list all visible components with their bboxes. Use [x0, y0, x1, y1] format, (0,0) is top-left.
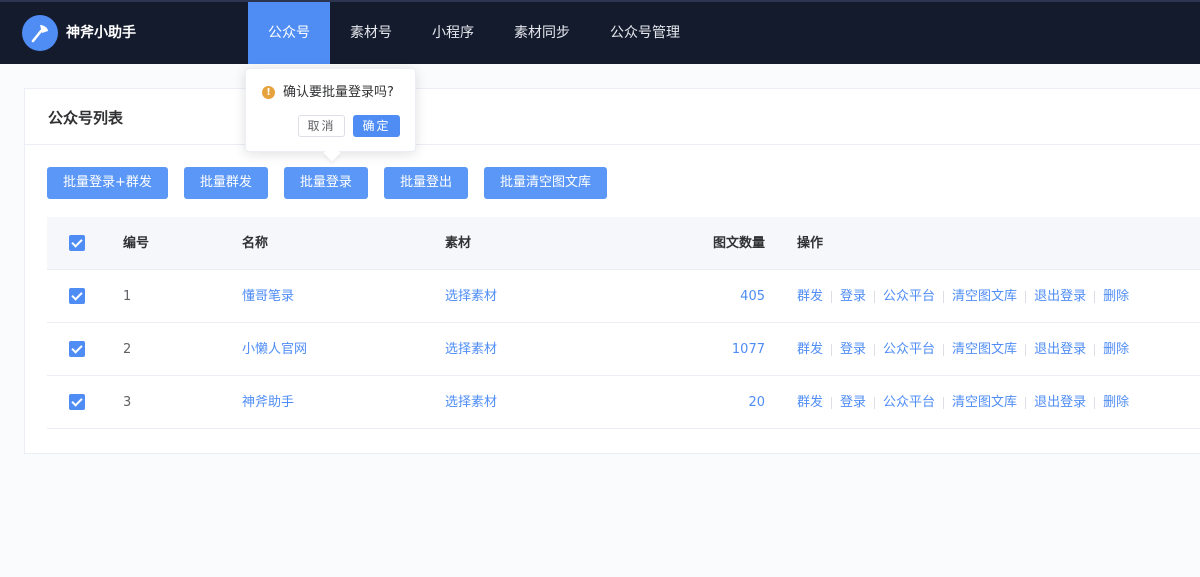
action-platform[interactable]: 公众平台 — [883, 323, 935, 376]
action-send[interactable]: 群发 — [797, 323, 823, 376]
table-row: 3 神斧助手 选择素材 20 群发 登录 公众平台 清空图文库 退出登录 删除 — [47, 376, 1200, 429]
action-logout[interactable]: 退出登录 — [1034, 376, 1086, 429]
row-actions: 群发 登录 公众平台 清空图文库 退出登录 删除 — [797, 323, 1129, 376]
nav-item-material-account[interactable]: 素材号 — [330, 2, 412, 64]
batch-action-bar: 批量登录+群发 批量群发 批量登录 批量登出 批量清空图文库 — [47, 167, 623, 199]
row-actions: 群发 登录 公众平台 清空图文库 退出登录 删除 — [797, 270, 1129, 323]
action-separator — [1025, 396, 1027, 409]
account-table: 编号 名称 素材 图文数量 操作 1 懂哥笔录 选择素材 405 群发 登录 公… — [47, 217, 1200, 429]
row-check-cell — [69, 376, 85, 429]
account-list-card: 公众号列表 批量登录+群发 批量群发 批量登录 批量登出 批量清空图文库 编号 … — [24, 88, 1200, 454]
header-check-cell — [69, 217, 85, 270]
action-separator — [831, 290, 833, 303]
table-row: 2 小懒人官网 选择素材 1077 群发 登录 公众平台 清空图文库 退出登录 … — [47, 323, 1200, 376]
action-separator — [1025, 290, 1027, 303]
row-id: 1 — [123, 289, 132, 304]
row-select-material-link[interactable]: 选择素材 — [445, 323, 497, 376]
header-material: 素材 — [445, 236, 472, 251]
batch-clear-library-button[interactable]: 批量清空图文库 — [483, 167, 607, 199]
action-separator — [831, 343, 833, 356]
action-separator — [943, 396, 945, 409]
confirm-popover: ! 确认要批量登录吗? 取消 确定 — [245, 68, 416, 162]
row-name-link[interactable]: 神斧助手 — [242, 376, 294, 429]
action-separator — [874, 396, 876, 409]
action-delete[interactable]: 删除 — [1103, 376, 1129, 429]
action-separator — [943, 290, 945, 303]
nav-item-material-sync[interactable]: 素材同步 — [494, 2, 590, 64]
action-send[interactable]: 群发 — [797, 376, 823, 429]
action-delete[interactable]: 删除 — [1103, 270, 1129, 323]
popover-confirm-button[interactable]: 确定 — [353, 115, 400, 137]
header-name: 名称 — [242, 236, 269, 251]
action-login[interactable]: 登录 — [840, 270, 866, 323]
header-id: 编号 — [123, 236, 150, 251]
popover-message: 确认要批量登录吗? — [283, 85, 394, 100]
batch-login-button[interactable]: 批量登录 — [283, 167, 368, 199]
top-header: 神斧小助手 公众号 素材号 小程序 素材同步 公众号管理 — [0, 0, 1200, 64]
popover-cancel-button[interactable]: 取消 — [298, 115, 345, 137]
row-id: 2 — [123, 342, 132, 357]
card-divider — [25, 144, 1200, 145]
action-logout[interactable]: 退出登录 — [1034, 323, 1086, 376]
warning-icon: ! — [262, 86, 275, 99]
nav-item-account-management[interactable]: 公众号管理 — [590, 2, 700, 64]
action-clear-library[interactable]: 清空图文库 — [952, 376, 1017, 429]
row-id: 3 — [123, 395, 132, 410]
card-title: 公众号列表 — [48, 109, 124, 127]
action-login[interactable]: 登录 — [840, 376, 866, 429]
app-brand: 神斧小助手 — [66, 25, 136, 41]
batch-login-send-button[interactable]: 批量登录+群发 — [47, 167, 168, 199]
top-nav: 公众号 素材号 小程序 素材同步 公众号管理 — [248, 2, 700, 64]
nav-item-official-account[interactable]: 公众号 — [248, 2, 330, 64]
action-clear-library[interactable]: 清空图文库 — [952, 323, 1017, 376]
action-separator — [943, 343, 945, 356]
action-login[interactable]: 登录 — [840, 323, 866, 376]
row-checkbox[interactable] — [69, 287, 85, 304]
row-name-link[interactable]: 小懒人官网 — [242, 323, 307, 376]
action-delete[interactable]: 删除 — [1103, 323, 1129, 376]
row-select-material-link[interactable]: 选择素材 — [445, 376, 497, 429]
row-count[interactable]: 20 — [667, 376, 765, 429]
action-logout[interactable]: 退出登录 — [1034, 270, 1086, 323]
row-count[interactable]: 1077 — [667, 323, 765, 376]
action-separator — [1094, 343, 1096, 356]
header-count: 图文数量 — [712, 236, 765, 251]
nav-item-mini-program[interactable]: 小程序 — [412, 2, 494, 64]
row-checkbox[interactable] — [69, 340, 85, 357]
action-clear-library[interactable]: 清空图文库 — [952, 270, 1017, 323]
row-checkbox[interactable] — [69, 393, 85, 410]
action-platform[interactable]: 公众平台 — [883, 376, 935, 429]
batch-send-button[interactable]: 批量群发 — [183, 167, 268, 199]
select-all-checkbox[interactable] — [69, 234, 85, 251]
action-separator — [1094, 396, 1096, 409]
table-row: 1 懂哥笔录 选择素材 405 群发 登录 公众平台 清空图文库 退出登录 删除 — [47, 270, 1200, 323]
action-separator — [1094, 290, 1096, 303]
app-logo[interactable] — [22, 15, 58, 51]
header-ops: 操作 — [797, 236, 824, 251]
action-platform[interactable]: 公众平台 — [883, 270, 935, 323]
action-separator — [874, 343, 876, 356]
table-header-row: 编号 名称 素材 图文数量 操作 — [47, 217, 1200, 270]
action-separator — [874, 290, 876, 303]
row-name-link[interactable]: 懂哥笔录 — [242, 270, 294, 323]
axe-icon — [31, 25, 48, 43]
action-send[interactable]: 群发 — [797, 270, 823, 323]
row-select-material-link[interactable]: 选择素材 — [445, 270, 497, 323]
row-check-cell — [69, 270, 85, 323]
row-count[interactable]: 405 — [667, 270, 765, 323]
action-separator — [1025, 343, 1027, 356]
row-actions: 群发 登录 公众平台 清空图文库 退出登录 删除 — [797, 376, 1129, 429]
row-check-cell — [69, 323, 85, 376]
action-separator — [831, 396, 833, 409]
batch-logout-button[interactable]: 批量登出 — [383, 167, 468, 199]
